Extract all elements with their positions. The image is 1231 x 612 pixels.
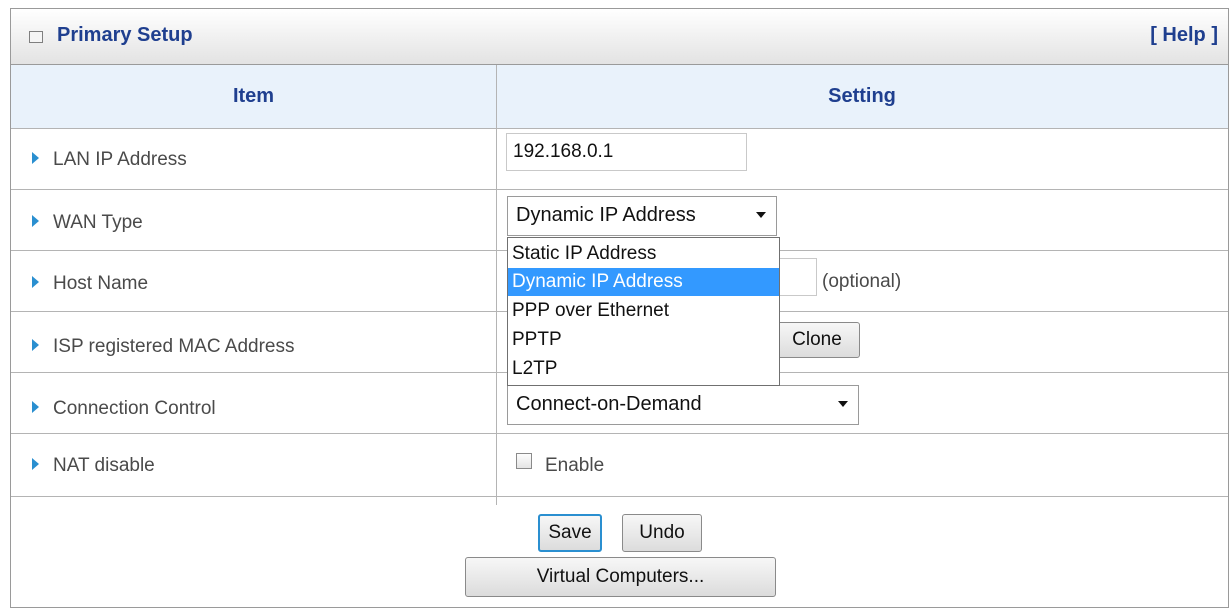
lan-ip-label: LAN IP Address [53,149,187,170]
mac-address-label: ISP registered MAC Address [53,336,295,357]
row-lan-ip: LAN IP Address [11,129,1228,190]
wan-type-value: Dynamic IP Address [516,204,696,226]
wan-option-pppoe[interactable]: PPP over Ethernet [508,297,779,325]
panel-title: Primary Setup [57,24,193,46]
nat-enable-checkbox[interactable] [516,453,532,469]
arrow-right-icon [32,339,39,351]
virtual-computers-button[interactable]: Virtual Computers... [465,557,776,597]
wan-option-static[interactable]: Static IP Address [508,240,779,268]
row-label-nat: NAT disable [32,455,155,477]
save-button[interactable]: Save [538,514,602,552]
panel-titlebar: Primary Setup [ Help ] [11,9,1228,65]
wan-option-l2tp[interactable]: L2TP [508,355,779,383]
arrow-right-icon [32,401,39,413]
header-setting: Setting [828,85,896,107]
wan-option-dynamic[interactable]: Dynamic IP Address [508,268,779,296]
row-nat-disable: NAT disable Enable [11,434,1228,497]
arrow-right-icon [32,276,39,288]
row-label-lan-ip: LAN IP Address [32,149,187,171]
help-link[interactable]: [ Help ] [1150,24,1218,47]
clone-button[interactable]: Clone [774,322,860,358]
wan-type-dropdown-list: Static IP Address Dynamic IP Address PPP… [507,237,780,386]
row-label-host-name: Host Name [32,273,148,295]
connection-control-select[interactable]: Connect-on-Demand [507,385,859,425]
wan-type-select[interactable]: Dynamic IP Address [507,196,777,236]
wan-option-pptp[interactable]: PPTP [508,326,779,354]
row-label-wan-type: WAN Type [32,212,143,234]
table-header: Item Setting [11,65,1228,129]
arrow-right-icon [32,152,39,164]
nat-enable-label: Enable [545,455,605,476]
host-name-label: Host Name [53,273,149,294]
nat-disable-label: NAT disable [53,455,155,476]
arrow-right-icon [32,458,39,470]
host-name-hint: (optional) [822,271,902,292]
connection-control-label: Connection Control [53,398,216,419]
chevron-down-icon [756,212,766,218]
column-divider [496,65,497,505]
row-label-connection: Connection Control [32,398,216,420]
undo-button[interactable]: Undo [622,514,702,552]
chevron-down-icon [838,401,848,407]
wan-type-label: WAN Type [53,212,143,233]
lan-ip-input[interactable] [506,133,747,171]
arrow-right-icon [32,215,39,227]
connection-control-value: Connect-on-Demand [516,393,702,415]
header-item: Item [232,85,275,107]
row-label-mac: ISP registered MAC Address [32,336,294,358]
panel-square-icon [29,31,43,43]
primary-setup-panel: Primary Setup [ Help ] Item Setting LAN … [10,8,1229,608]
